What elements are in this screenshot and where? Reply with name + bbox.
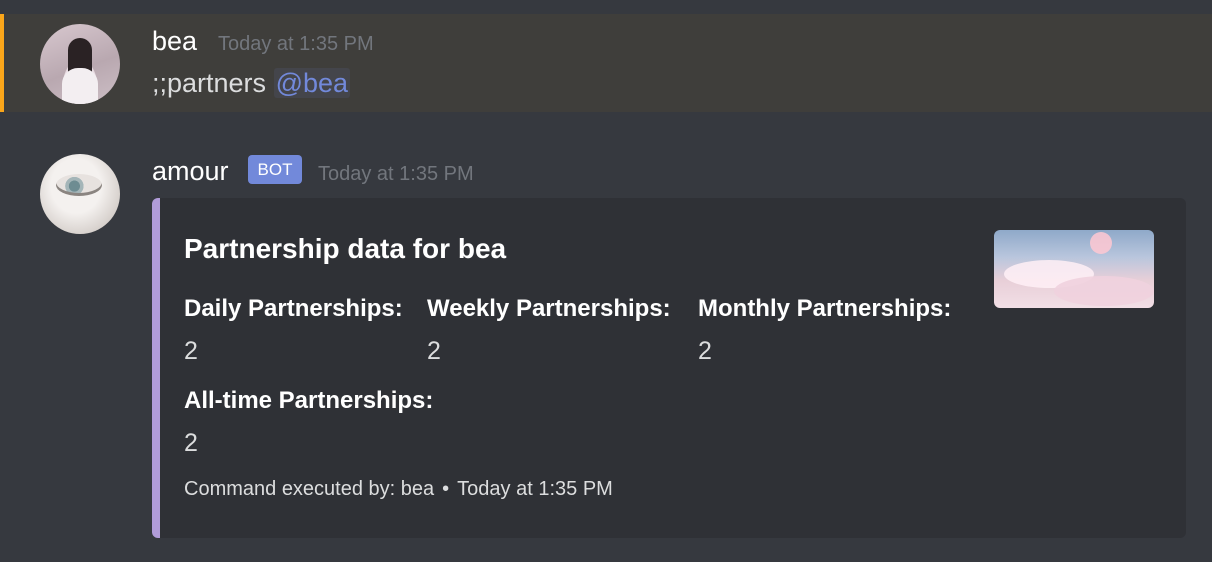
embed: Partnership data for bea Daily Partnersh… <box>152 198 1186 538</box>
field-name: Monthly Partnerships: <box>698 295 952 322</box>
username[interactable]: amour <box>152 156 229 187</box>
embed-field-weekly: Weekly Partnerships: 2 <box>427 295 671 366</box>
footer-text: Command executed by: bea <box>184 478 435 500</box>
message-timestamp[interactable]: Today at 1:35 PM <box>318 163 474 186</box>
message-text: ;;partners <box>152 68 274 98</box>
avatar[interactable] <box>40 154 120 234</box>
embed-field-daily: Daily Partnerships: 2 <box>184 295 403 366</box>
field-name: Daily Partnerships: <box>184 295 403 322</box>
user-mention[interactable]: @bea <box>273 68 351 98</box>
embed-title: Partnership data for bea <box>184 233 507 264</box>
embed-footer: Command executed by: bea • Today at 1:35 P… <box>184 478 613 501</box>
username[interactable]: bea <box>152 26 197 57</box>
thumbnail-glow <box>1090 232 1112 254</box>
message-timestamp[interactable]: Today at 1:35 PM <box>218 33 374 56</box>
footer-timestamp: Today at 1:35 PM <box>457 478 613 500</box>
avatar[interactable] <box>40 24 120 104</box>
field-name: Weekly Partnerships: <box>427 295 671 322</box>
embed-field-monthly: Monthly Partnerships: 2 <box>698 295 951 366</box>
field-value: 2 <box>698 337 712 365</box>
field-value: 2 <box>184 429 198 457</box>
field-name: All-time Partnerships: <box>184 387 434 414</box>
avatar-body <box>62 68 98 104</box>
thumbnail-cloud <box>1054 276 1154 306</box>
avatar-eye <box>56 174 102 196</box>
field-value: 2 <box>427 337 441 365</box>
message-content: ;;partners @bea <box>152 68 351 99</box>
footer-separator: • <box>442 478 450 500</box>
bot-tag: BOT <box>248 155 302 184</box>
embed-field-alltime: All-time Partnerships: 2 <box>184 387 433 458</box>
field-value: 2 <box>184 337 198 365</box>
embed-thumbnail[interactable] <box>994 230 1154 308</box>
